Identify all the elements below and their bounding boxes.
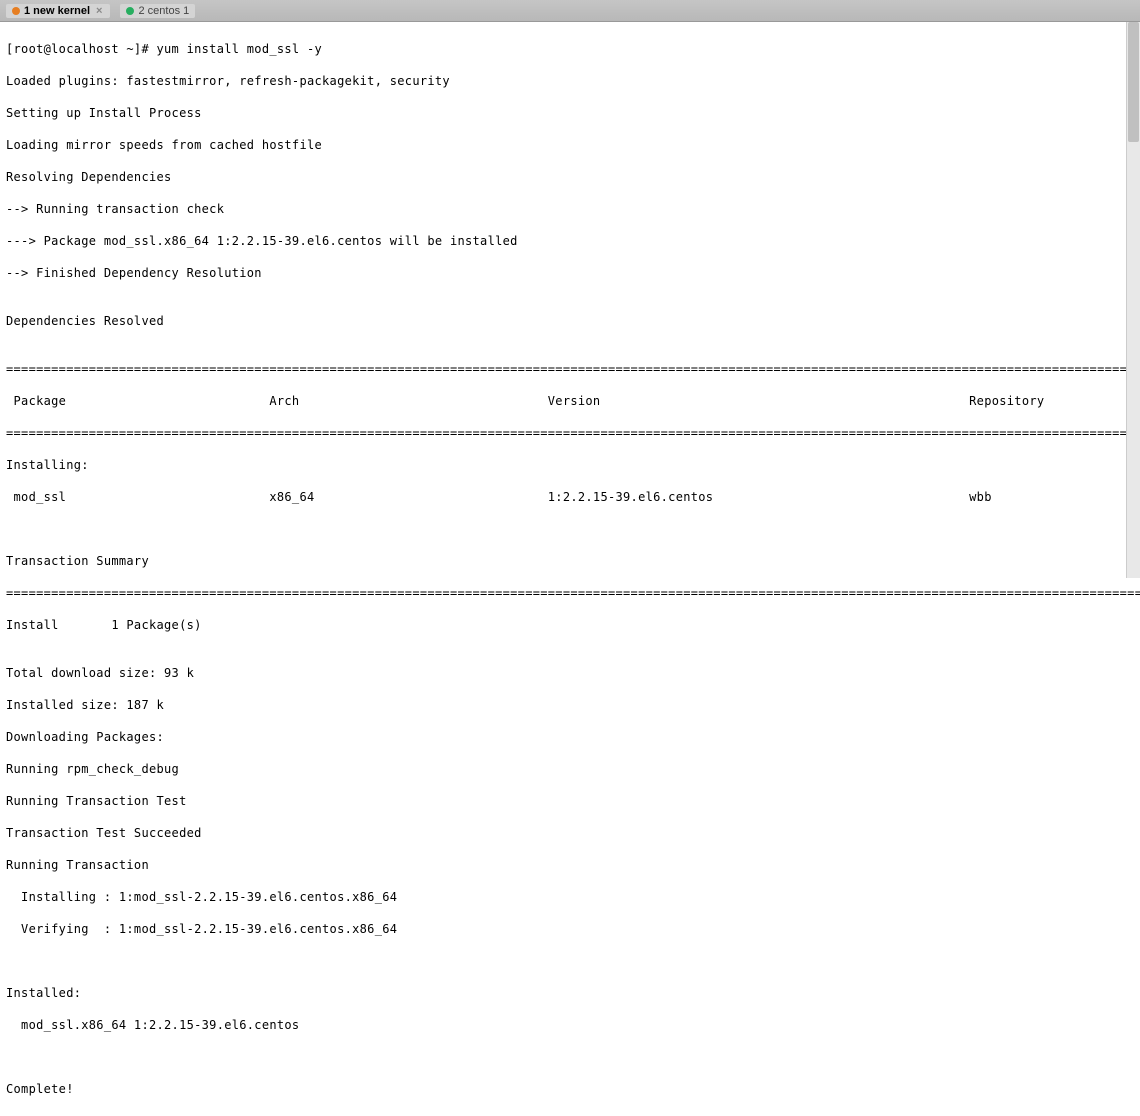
close-icon[interactable]: ×	[94, 5, 104, 17]
blank-line	[6, 953, 1134, 969]
separator: ========================================…	[6, 425, 1134, 441]
complete-msg: Complete!	[6, 1081, 1134, 1097]
installed-pkg: mod_ssl.x86_64 1:2.2.15-39.el6.centos	[6, 1017, 1134, 1033]
output-line: --> Running transaction check	[6, 201, 1134, 217]
blank-line	[6, 521, 1134, 537]
verify-progress: Verifying : 1:mod_ssl-2.2.15-39.el6.cent…	[6, 921, 1134, 937]
package-row: mod_ssl x86_64 1:2.2.15-39.el6.centos wb…	[6, 489, 1134, 505]
output-line: --> Finished Dependency Resolution	[6, 265, 1134, 281]
tab-label: 1 new kernel	[24, 5, 90, 17]
output-line: ---> Package mod_ssl.x86_64 1:2.2.15-39.…	[6, 233, 1134, 249]
tab-1[interactable]: 1 new kernel ×	[6, 4, 110, 18]
output-line: Loading mirror speeds from cached hostfi…	[6, 137, 1134, 153]
output-line: Running Transaction Test	[6, 793, 1134, 809]
table-headers: Package Arch Version Repository Size	[6, 393, 1134, 409]
installed-label: Installed:	[6, 985, 1134, 1001]
output-line: Dependencies Resolved	[6, 313, 1134, 329]
scroll-thumb[interactable]	[1128, 22, 1139, 142]
blank-line	[6, 1049, 1134, 1065]
installing-label: Installing:	[6, 457, 1134, 473]
output-line: Setting up Install Process	[6, 105, 1134, 121]
separator: ========================================…	[6, 361, 1134, 377]
tab-2[interactable]: 2 centos 1	[120, 4, 195, 18]
prompt-line: [root@localhost ~]# yum install mod_ssl …	[6, 41, 1134, 57]
vm-icon	[12, 7, 20, 15]
terminal-output[interactable]: [root@localhost ~]# yum install mod_ssl …	[0, 22, 1140, 1116]
output-line: Installed size: 187 k	[6, 697, 1134, 713]
output-line: Downloading Packages:	[6, 729, 1134, 745]
output-line: Running rpm_check_debug	[6, 761, 1134, 777]
scrollbar[interactable]	[1126, 22, 1140, 578]
tab-label: 2 centos 1	[138, 5, 189, 17]
separator: ========================================…	[6, 585, 1134, 601]
install-count: Install 1 Package(s)	[6, 617, 1134, 633]
output-line: Resolving Dependencies	[6, 169, 1134, 185]
output-line: Running Transaction	[6, 857, 1134, 873]
vm-icon	[126, 7, 134, 15]
summary-title: Transaction Summary	[6, 553, 1134, 569]
install-progress: Installing : 1:mod_ssl-2.2.15-39.el6.cen…	[6, 889, 1134, 905]
tabs-bar: 1 new kernel × 2 centos 1	[0, 0, 1140, 22]
output-line: Loaded plugins: fastestmirror, refresh-p…	[6, 73, 1134, 89]
output-line: Total download size: 93 k	[6, 665, 1134, 681]
output-line: Transaction Test Succeeded	[6, 825, 1134, 841]
